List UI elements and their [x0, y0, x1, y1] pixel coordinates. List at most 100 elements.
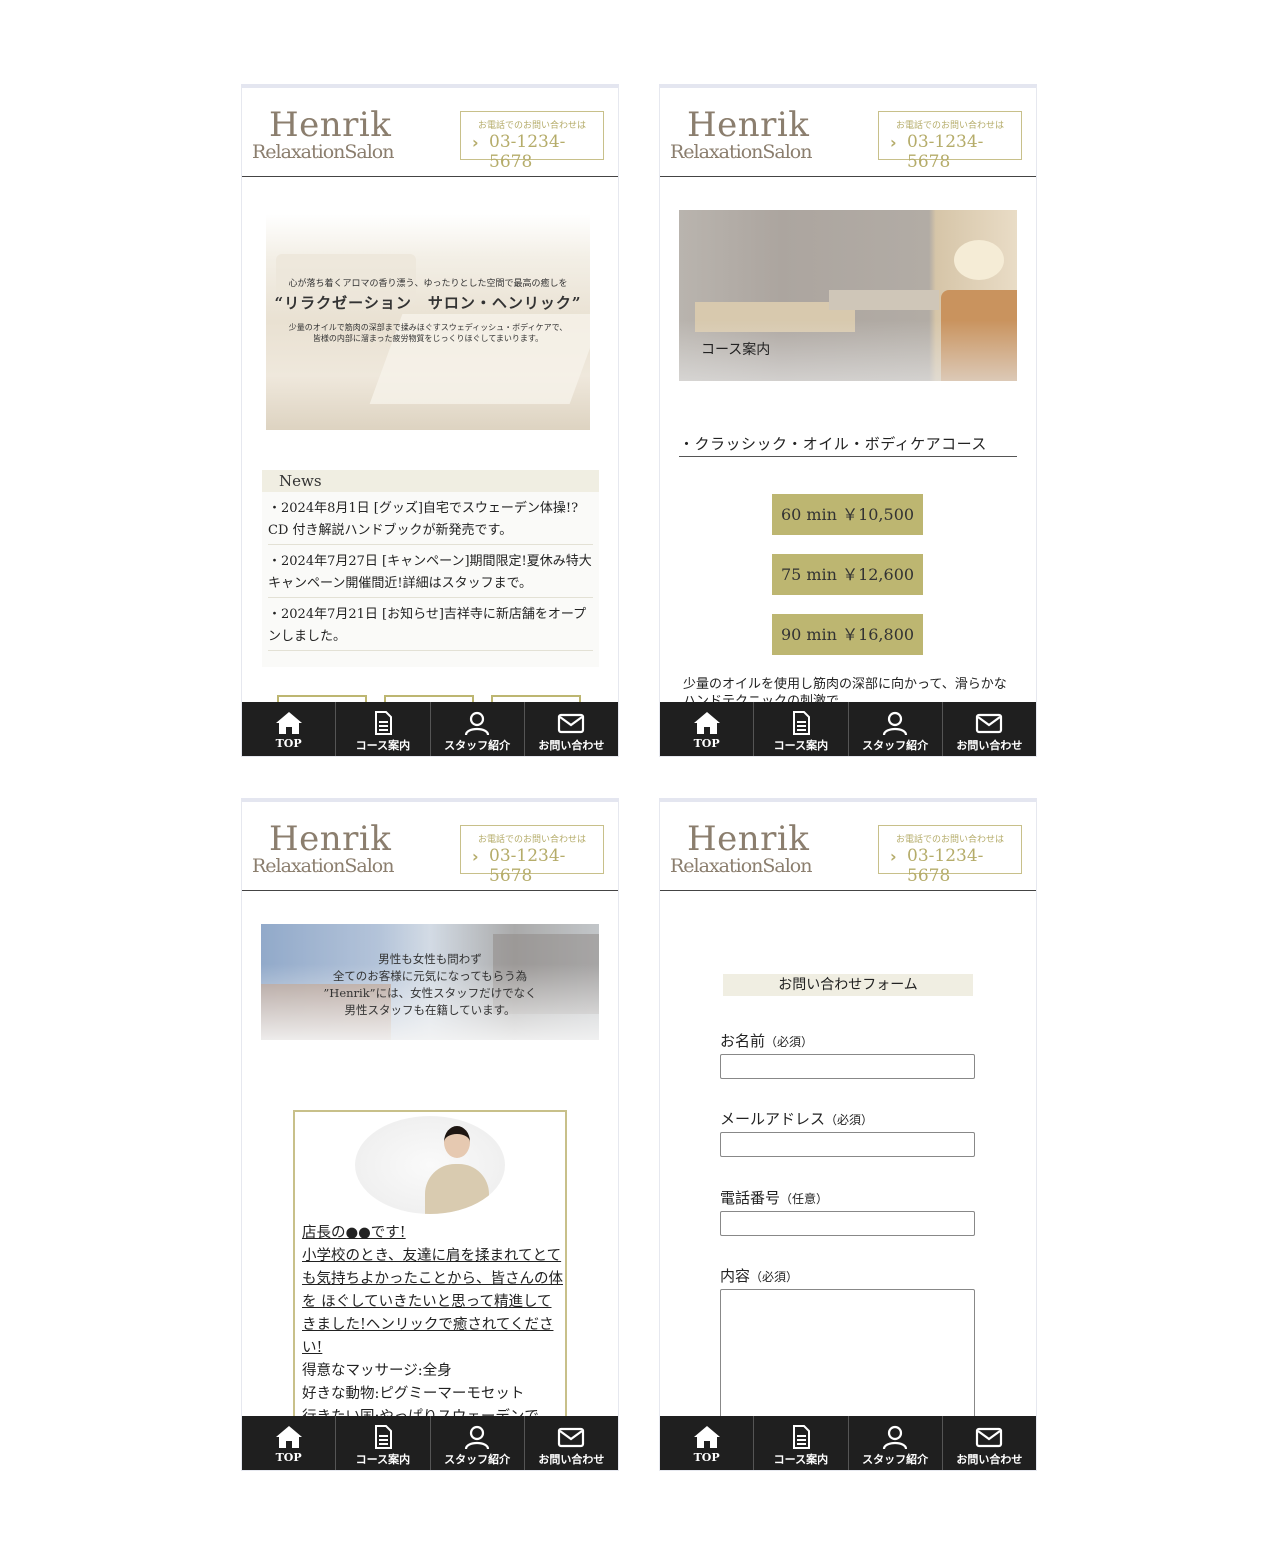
tel-caption: お電話でのお問い合わせは: [895, 835, 1004, 845]
staff-banner-text: 男性も女性も問わず 全てのお客様に元気になってもらう為 ”Henrik”には、女…: [261, 951, 599, 1019]
nav-contact[interactable]: お問い合わせ: [525, 702, 618, 756]
staff-bio: 店長の●●です! 小学校のとき、友達に肩を揉まれてとても気持ちよかったことから、…: [302, 1222, 564, 1429]
name-field[interactable]: [720, 1054, 975, 1079]
field-note: （必須）: [765, 1035, 814, 1049]
document-icon: [792, 711, 810, 735]
message-label: 内容（必須）: [720, 1265, 798, 1286]
bottom-nav: TOP コース案内 スタッフ紹介 お問い合わせ: [660, 702, 1036, 756]
field-note: （必須）: [750, 1270, 799, 1284]
nav-top[interactable]: TOP: [242, 1416, 337, 1470]
nav-label: お問い合わせ: [956, 739, 1023, 752]
nav-contact[interactable]: お問い合わせ: [943, 702, 1036, 756]
phone-field[interactable]: [720, 1211, 975, 1236]
chevron-right-icon: ›: [890, 133, 897, 152]
site-header: Henrik RelaxationSalon お電話でのお問い合わせは › 03…: [660, 802, 1036, 891]
nav-course[interactable]: コース案内: [336, 1416, 431, 1470]
nav-label: TOP: [275, 737, 302, 750]
email-field[interactable]: [720, 1132, 975, 1157]
nav-staff[interactable]: スタッフ紹介: [849, 1416, 943, 1470]
tel-number: 03-1234-5678: [907, 846, 984, 886]
nav-staff[interactable]: スタッフ紹介: [849, 702, 943, 756]
mail-icon: [976, 713, 1003, 734]
user-icon: [883, 711, 908, 736]
price-button[interactable]: 60 min ￥10,500: [772, 494, 923, 535]
tel-button[interactable]: お電話でのお問い合わせは › 03-1234-5678: [460, 111, 604, 172]
message-textarea[interactable]: [720, 1289, 975, 1429]
staff-banner: 男性も女性も問わず 全てのお客様に元気になってもらう為 ”Henrik”には、女…: [261, 924, 599, 1040]
news-title: News: [262, 470, 599, 492]
hero-line3: 少量のオイルで筋肉の深部まで揉みほぐすスウェディッシュ・ボディケアで、 皆様の内…: [266, 322, 590, 344]
logo-main[interactable]: Henrik: [687, 822, 809, 856]
nav-top[interactable]: TOP: [660, 702, 755, 756]
nav-top[interactable]: TOP: [660, 1416, 755, 1470]
nav-label: TOP: [275, 1451, 302, 1464]
nav-course[interactable]: コース案内: [336, 702, 431, 756]
nav-top[interactable]: TOP: [242, 702, 337, 756]
staff-photo-head: [444, 1126, 470, 1158]
staff-photo: [355, 1116, 505, 1214]
tel-button[interactable]: お電話でのお問い合わせは › 03-1234-5678: [878, 111, 1022, 172]
flower-shape: [954, 240, 1004, 280]
logo-main[interactable]: Henrik: [269, 108, 391, 142]
logo-main[interactable]: Henrik: [269, 822, 391, 856]
news-item[interactable]: ・2024年7月21日 [お知らせ]吉祥寺に新店舗をオープンしました。: [268, 598, 593, 651]
form-title: お問い合わせフォーム: [723, 974, 973, 996]
logo-sub[interactable]: RelaxationSalon: [670, 143, 812, 162]
bottom-nav: TOP コース案内 スタッフ紹介 お問い合わせ: [660, 1416, 1036, 1470]
phone-label: 電話番号（任意）: [720, 1187, 828, 1208]
news-item[interactable]: ・2024年7月27日 [キャンペーン]期間限定!夏休み特大キャンペーン開催間近…: [268, 545, 593, 598]
field-label: 電話番号: [720, 1189, 781, 1207]
nav-staff[interactable]: スタッフ紹介: [431, 1416, 525, 1470]
chevron-right-icon: ›: [472, 847, 479, 866]
nav-course[interactable]: コース案内: [754, 1416, 849, 1470]
staff-bio-link[interactable]: 店長の●●です!: [302, 1222, 564, 1245]
field-label: メールアドレス: [720, 1110, 826, 1128]
bottom-nav: TOP コース案内 スタッフ紹介 お問い合わせ: [242, 1416, 618, 1470]
home-icon: [275, 1426, 302, 1448]
site-header: Henrik RelaxationSalon お電話でのお問い合わせは › 03…: [660, 88, 1036, 177]
screen-staff: Henrik RelaxationSalon お電話でのお問い合わせは › 03…: [241, 798, 619, 1471]
nav-staff[interactable]: スタッフ紹介: [431, 702, 525, 756]
document-icon: [792, 1425, 810, 1449]
staff-bio-animal: 好きな動物:ピグミーマーモセット: [302, 1386, 525, 1402]
hero-line3b: 皆様の内部に溜まった疲労物質をじっくりほぐしてまいります。: [312, 334, 544, 344]
nav-label: コース案内: [355, 1453, 411, 1466]
nav-label: お問い合わせ: [538, 1453, 605, 1466]
field-note: （任意）: [780, 1192, 829, 1206]
mail-icon: [558, 1427, 585, 1448]
price-button[interactable]: 75 min ￥12,600: [772, 554, 923, 595]
bed-shape: [829, 290, 939, 310]
field-note: （必須）: [825, 1113, 874, 1127]
logo-sub[interactable]: RelaxationSalon: [252, 143, 394, 162]
tel-caption: お電話でのお問い合わせは: [895, 121, 1004, 131]
hero-title: “リラクゼーション サロン・ヘンリック”: [274, 294, 582, 312]
logo-sub[interactable]: RelaxationSalon: [670, 857, 812, 876]
mail-icon: [558, 713, 585, 734]
logo-main[interactable]: Henrik: [687, 108, 809, 142]
price-button[interactable]: 90 min ￥16,800: [772, 614, 923, 655]
staff-bio-link[interactable]: 小学校のとき、友達に肩を揉まれてとても気持ちよかったことから、皆さんの体を ほぐ…: [302, 1245, 564, 1360]
nav-contact[interactable]: お問い合わせ: [943, 1416, 1036, 1470]
tel-button[interactable]: お電話でのお問い合わせは › 03-1234-5678: [460, 825, 604, 886]
chevron-right-icon: ›: [472, 133, 479, 152]
nav-course[interactable]: コース案内: [754, 702, 849, 756]
user-icon: [883, 1425, 908, 1450]
tel-number: 03-1234-5678: [907, 132, 984, 172]
logo-sub[interactable]: RelaxationSalon: [252, 857, 394, 876]
tel-button[interactable]: お電話でのお問い合わせは › 03-1234-5678: [878, 825, 1022, 886]
staff-card: 店長の●●です! 小学校のとき、友達に肩を揉まれてとても気持ちよかったことから、…: [293, 1110, 567, 1440]
nav-contact[interactable]: お問い合わせ: [525, 1416, 618, 1470]
hero-image: 心が落ち着くアロマの香り漂う、ゆったりとした空間で最高の癒しを “リラクゼーショ…: [266, 214, 590, 430]
mail-icon: [976, 1427, 1003, 1448]
nav-label: お問い合わせ: [956, 1453, 1023, 1466]
nav-label: スタッフ紹介: [862, 1453, 929, 1466]
staff-photo-body: [425, 1164, 489, 1214]
course-title: ・クラッシック・オイル・ボディケアコース: [679, 433, 1017, 457]
home-icon: [693, 1426, 720, 1448]
banner-line: ”Henrik”には、女性スタッフだけでなく: [323, 986, 537, 1000]
email-label: メールアドレス（必須）: [720, 1108, 873, 1129]
banner-line: 男性スタッフも在籍しています。: [344, 1003, 516, 1017]
tel-caption: お電話でのお問い合わせは: [477, 121, 586, 131]
nav-label: TOP: [693, 1451, 720, 1464]
news-item[interactable]: ・2024年8月1日 [グッズ]自宅でスウェーデン体操!?CD 付き解説ハンドブ…: [268, 492, 593, 545]
